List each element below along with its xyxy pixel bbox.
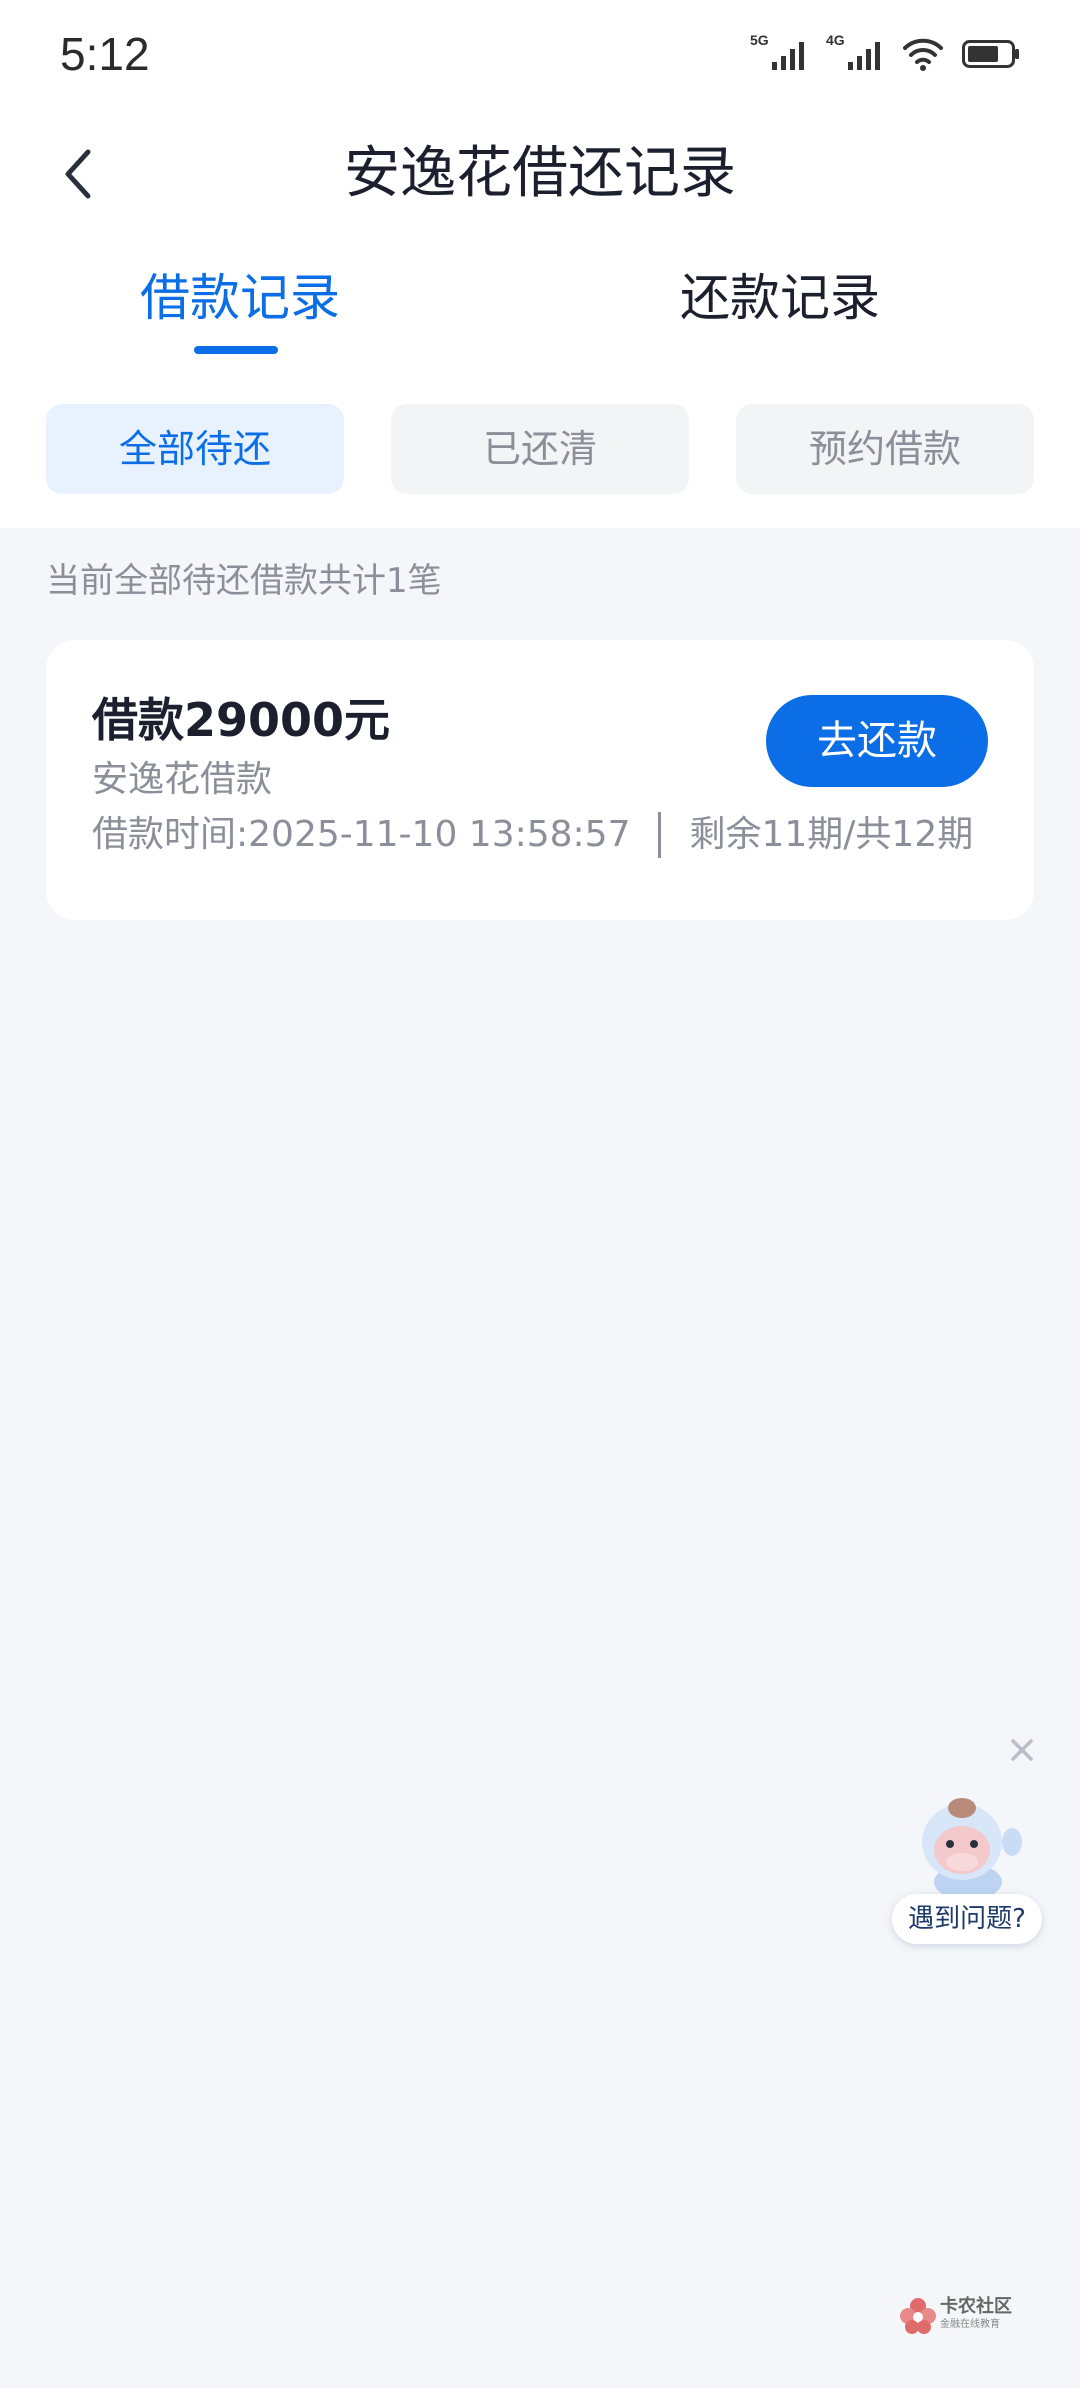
filter-all-pending[interactable]: 全部待还 — [46, 404, 344, 494]
watermark-flower-icon — [900, 2298, 936, 2334]
page-title: 安逸花借还记录 — [344, 141, 736, 206]
loan-periods: 剩余11期/共12期 — [689, 814, 974, 855]
status-icons: 5G 4G — [750, 30, 1020, 78]
loan-amount: 借款29000元 — [92, 693, 391, 747]
mascot-icon — [922, 1798, 1022, 1900]
signal-5g-icon: 5G — [750, 32, 808, 74]
signal-4g-label: 4G — [826, 32, 845, 48]
loan-meta: 借款时间:2025-11-10 13:58:57 剩余11期/共12期 — [92, 810, 973, 860]
tab-loan-records[interactable]: 借款记录 — [140, 265, 340, 331]
loan-card[interactable]: 借款29000元 安逸花借款 借款时间:2025-11-10 13:58:57 … — [46, 640, 1034, 920]
watermark-title: 卡农社区 — [940, 2296, 1012, 2317]
tab-indicator — [194, 346, 278, 354]
close-icon — [1011, 1739, 1033, 1761]
signal-4g-icon: 4G — [826, 32, 884, 74]
help-label: 遇到问题? — [892, 1894, 1042, 1944]
pending-summary: 当前全部待还借款共计1笔 — [46, 561, 442, 601]
repay-button[interactable]: 去还款 — [766, 695, 988, 787]
battery-icon — [962, 40, 1019, 68]
filter-scheduled-loan[interactable]: 预约借款 — [736, 404, 1034, 494]
wifi-icon — [903, 38, 943, 71]
tab-repayment-records[interactable]: 还款记录 — [680, 265, 880, 331]
loan-time: 借款时间:2025-11-10 13:58:57 — [92, 814, 631, 855]
watermark-logo: 卡农社区 金融在线教育 — [900, 2296, 1020, 2340]
signal-5g-label: 5G — [750, 32, 769, 48]
filter-paid-off[interactable]: 已还清 — [391, 404, 689, 494]
meta-divider — [658, 812, 662, 858]
status-time: 5:12 — [60, 28, 150, 80]
watermark-subtitle: 金融在线教育 — [940, 2319, 1000, 2330]
loan-product: 安逸花借款 — [92, 759, 273, 800]
help-widget[interactable]: 遇到问题? — [890, 1790, 1046, 1950]
help-close-button[interactable] — [1006, 1734, 1038, 1766]
top-panel: 5:12 5G 4G 安逸花借还记录 借款记录 还款记录 全部待还 已还清 预约… — [0, 0, 1080, 528]
